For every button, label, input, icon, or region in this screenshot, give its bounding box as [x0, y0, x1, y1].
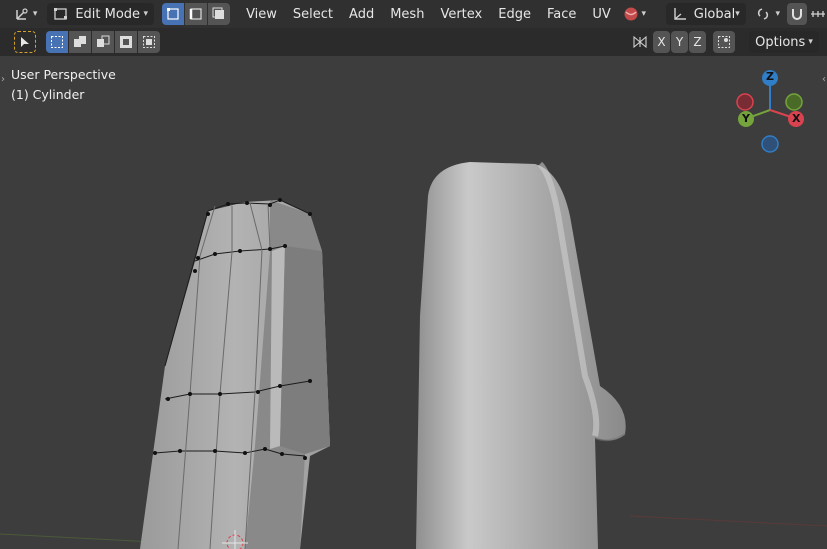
menu-vertex[interactable]: Vertex	[432, 3, 490, 25]
sculpt-object	[416, 162, 626, 549]
menu-add[interactable]: Add	[341, 3, 382, 25]
menu-edge[interactable]: Edge	[490, 3, 539, 25]
face-select-icon	[212, 7, 225, 19]
face-select-button[interactable]	[208, 3, 231, 25]
select-box-icon	[51, 36, 63, 48]
snap-element-button[interactable]	[809, 3, 827, 25]
tool-settings-bar: X Y Z Options ▾	[0, 28, 827, 56]
select-subtract-icon	[97, 35, 110, 47]
menu-mesh[interactable]: Mesh	[382, 3, 432, 25]
edit-mode-icon	[54, 8, 68, 20]
gizmo-y-label: Y	[742, 112, 750, 125]
select-mode-group	[162, 3, 231, 25]
select-box-mode-group	[46, 31, 160, 53]
chevron-down-icon: ▾	[808, 37, 813, 47]
auto-merge-toggle[interactable]	[713, 31, 735, 53]
mirror-butterfly-icon	[633, 35, 647, 49]
snap-increment-icon	[810, 11, 825, 17]
pivot-button[interactable]: ▾	[752, 3, 783, 25]
orientation-axis-icon	[674, 8, 686, 20]
object-name-label: (1) Cylinder	[11, 87, 85, 102]
select-new-button[interactable]	[46, 31, 68, 53]
edge-select-button[interactable]	[185, 3, 208, 25]
shading-button[interactable]: ▾	[619, 3, 650, 25]
select-intersect-icon	[143, 36, 155, 48]
auto-merge-icon	[718, 36, 730, 48]
mirror-x-toggle[interactable]: X	[653, 31, 670, 53]
snap-toggle[interactable]	[786, 3, 807, 25]
mirror-z-toggle[interactable]: Z	[689, 31, 706, 53]
editor-type-button[interactable]: ▾	[12, 3, 39, 25]
select-intersect-button[interactable]	[138, 31, 160, 53]
menu-select[interactable]: Select	[285, 3, 341, 25]
right-panel-toggle-icon[interactable]: ‹	[822, 74, 826, 85]
mirror-options: X Y Z Options ▾	[631, 31, 819, 53]
cursor-arrow-icon	[21, 37, 29, 47]
view-name-label: User Perspective	[11, 67, 116, 82]
menu-uv[interactable]: UV	[584, 3, 618, 25]
menu-face[interactable]: Face	[539, 3, 584, 25]
edge-select-icon	[189, 8, 202, 20]
mirror-y-toggle[interactable]: Y	[671, 31, 688, 53]
chevron-down-icon: ▾	[641, 9, 647, 19]
magnet-icon	[791, 9, 802, 20]
transform-orientation-dropdown[interactable]: Global ▾	[665, 3, 746, 25]
chevron-down-icon: ▾	[775, 9, 781, 19]
select-subtract-button[interactable]	[92, 31, 114, 53]
gizmo-x-label: X	[792, 112, 801, 125]
chevron-down-icon: ▾	[143, 9, 149, 19]
left-panel-toggle-icon[interactable]: ›	[1, 74, 5, 85]
vertex-select-button[interactable]	[162, 3, 185, 25]
select-invert-button[interactable]	[115, 31, 137, 53]
header-bar: ▾ Edit Mode ▾ View Select Add Mesh Verte…	[0, 0, 827, 28]
mode-label: Edit Mode	[75, 6, 141, 22]
cylinder-mesh	[140, 198, 330, 549]
mode-dropdown[interactable]: Edit Mode ▾	[47, 3, 155, 25]
tool-select-button[interactable]	[14, 31, 36, 53]
viewport-scene	[0, 161, 827, 549]
options-label: Options	[755, 34, 806, 50]
options-dropdown[interactable]: Options ▾	[749, 31, 819, 53]
chevron-down-icon: ▾	[735, 9, 740, 19]
select-extend-icon	[74, 36, 86, 47]
vertex-select-icon	[167, 8, 179, 20]
orientation-label: Global	[693, 6, 736, 22]
gizmo-z-label: Z	[766, 70, 774, 83]
select-extend-button[interactable]	[69, 31, 91, 53]
menu-view[interactable]: View	[238, 3, 285, 25]
navigation-gizmo[interactable]: Z Y X	[730, 66, 815, 156]
axis-editor-icon	[16, 8, 28, 20]
shading-sphere-icon	[624, 7, 637, 21]
header-menus: View Select Add Mesh Vertex Edge Face UV	[238, 3, 619, 25]
3d-viewport[interactable]: User Perspective (1) Cylinder Z Y X › ‹	[0, 56, 827, 549]
select-invert-icon	[120, 36, 132, 48]
grid-x-axis-line	[629, 515, 827, 527]
chevron-down-icon: ▾	[32, 9, 38, 19]
pivot-link-icon	[758, 8, 769, 20]
